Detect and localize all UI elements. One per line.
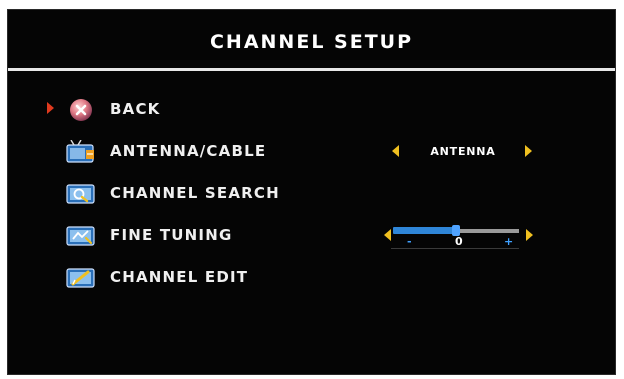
increase-arrow-icon[interactable] bbox=[526, 229, 533, 241]
menu-item-channel-edit[interactable]: CHANNEL EDIT bbox=[8, 260, 615, 298]
fine-tuning-slider[interactable]: - 0 + bbox=[391, 224, 519, 250]
slider-baseline bbox=[391, 248, 519, 249]
menu-item-label: CHANNEL SEARCH bbox=[110, 184, 280, 202]
decrease-arrow-icon[interactable] bbox=[384, 229, 391, 241]
selection-cursor-icon bbox=[47, 102, 54, 114]
page-title: CHANNEL SETUP bbox=[209, 31, 414, 53]
slider-minus-label: - bbox=[407, 235, 412, 248]
channel-search-icon bbox=[66, 181, 96, 207]
fine-tuning-icon bbox=[66, 223, 96, 249]
menu-item-antenna-cable[interactable]: ANTENNA/CABLE ANTENNA bbox=[8, 134, 615, 172]
title-divider bbox=[8, 68, 615, 71]
back-icon bbox=[66, 97, 96, 123]
menu-item-label: CHANNEL EDIT bbox=[110, 268, 249, 286]
menu-item-fine-tuning[interactable]: FINE TUNING - 0 + bbox=[8, 218, 615, 256]
next-option-arrow-icon[interactable] bbox=[525, 145, 532, 157]
antenna-cable-value: ANTENNA bbox=[430, 145, 496, 158]
channel-edit-icon bbox=[66, 265, 96, 291]
antenna-cable-icon bbox=[66, 139, 96, 165]
menu-item-back[interactable]: BACK bbox=[8, 92, 615, 130]
slider-value: 0 bbox=[455, 235, 463, 248]
menu-item-channel-search[interactable]: CHANNEL SEARCH bbox=[8, 176, 615, 214]
slider-fill bbox=[393, 227, 456, 234]
slider-plus-label: + bbox=[504, 235, 514, 248]
osd-menu-panel: CHANNEL SETUP BACK ANTENNA/CABLE ANTENNA… bbox=[7, 9, 616, 375]
title-bar: CHANNEL SETUP bbox=[8, 10, 615, 68]
menu-item-label: FINE TUNING bbox=[110, 226, 233, 244]
previous-option-arrow-icon[interactable] bbox=[392, 145, 399, 157]
menu-item-label: BACK bbox=[110, 100, 161, 118]
menu-item-label: ANTENNA/CABLE bbox=[110, 142, 267, 160]
